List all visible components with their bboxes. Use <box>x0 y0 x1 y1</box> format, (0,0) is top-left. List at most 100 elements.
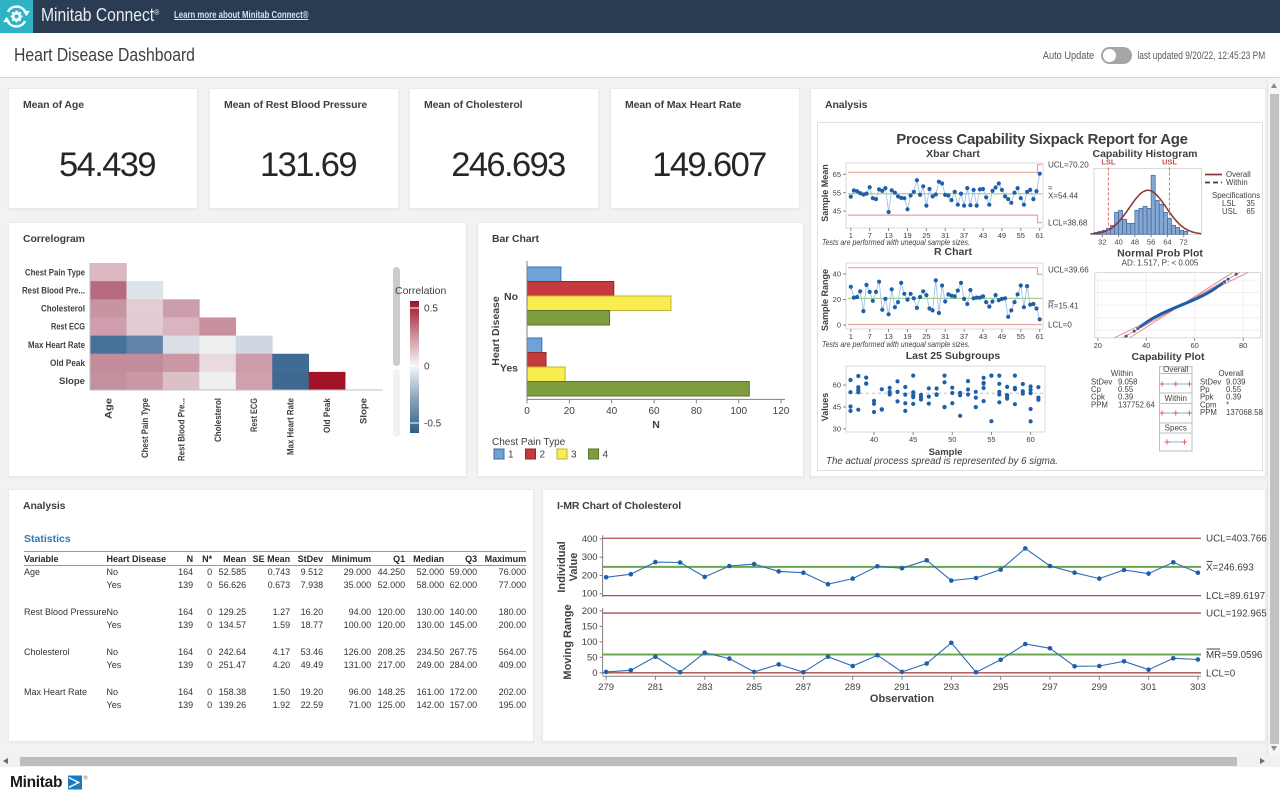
svg-text:Capability Plot: Capability Plot <box>1132 351 1205 363</box>
svg-text:80: 80 <box>691 406 703 417</box>
svg-text:49: 49 <box>998 231 1006 240</box>
svg-text:49: 49 <box>998 332 1006 341</box>
svg-text:295: 295 <box>993 682 1009 693</box>
svg-text:Max Heart Rate: Max Heart Rate <box>286 398 296 455</box>
svg-text:UCL=403.766: UCL=403.766 <box>1206 534 1267 545</box>
svg-text:0: 0 <box>837 321 841 330</box>
svg-text:283: 283 <box>697 682 713 693</box>
svg-text:20: 20 <box>833 295 841 304</box>
svg-text:60: 60 <box>1026 435 1034 444</box>
svg-text:40: 40 <box>833 270 841 279</box>
svg-text:-0.5: -0.5 <box>424 419 442 430</box>
svg-text:20: 20 <box>564 406 576 417</box>
svg-text:Chest Pain Type: Chest Pain Type <box>25 267 85 277</box>
svg-text:Rest Blood Pre...: Rest Blood Pre... <box>22 285 85 295</box>
svg-text:N: N <box>652 419 660 431</box>
svg-text:137752.64: 137752.64 <box>1118 400 1156 409</box>
svg-text:®: ® <box>84 775 88 782</box>
svg-text:45: 45 <box>909 435 917 444</box>
svg-text:100: 100 <box>582 637 598 648</box>
svg-text:56: 56 <box>1147 237 1155 246</box>
svg-text:3: 3 <box>571 450 577 461</box>
svg-text:Observation: Observation <box>870 693 934 705</box>
svg-text:Sample Mean: Sample Mean <box>820 164 830 222</box>
svg-text:Xbar Chart: Xbar Chart <box>926 148 980 160</box>
svg-text:Correlation: Correlation <box>395 285 447 297</box>
svg-text:Overall: Overall <box>1163 365 1189 374</box>
svg-text:Specs: Specs <box>1165 424 1187 433</box>
svg-text:45: 45 <box>833 403 841 412</box>
svg-text:LCL=0: LCL=0 <box>1206 668 1236 679</box>
svg-text:2: 2 <box>540 450 546 461</box>
svg-text:R Chart: R Chart <box>934 246 972 258</box>
svg-text:X=246.693: X=246.693 <box>1206 562 1254 573</box>
svg-text:LSL: LSL <box>1101 158 1116 167</box>
svg-text:Within: Within <box>1226 178 1248 187</box>
svg-text:40: 40 <box>1142 341 1150 350</box>
svg-text:0.5: 0.5 <box>424 304 438 315</box>
svg-text:AD: 1.517, P: < 0.005: AD: 1.517, P: < 0.005 <box>1122 259 1199 268</box>
svg-text:Chest Pain Type: Chest Pain Type <box>492 437 566 448</box>
svg-text:Value: Value <box>568 553 580 582</box>
svg-text:PPM: PPM <box>1091 400 1108 409</box>
svg-text:293: 293 <box>943 682 959 693</box>
svg-text:UCL=39.66: UCL=39.66 <box>1048 266 1089 275</box>
svg-text:X=54.44: X=54.44 <box>1048 192 1079 201</box>
svg-text:45: 45 <box>833 207 841 216</box>
svg-text:LCL=0: LCL=0 <box>1048 321 1072 330</box>
svg-text:279: 279 <box>598 682 614 693</box>
svg-text:65: 65 <box>1246 207 1255 216</box>
svg-text:Old Peak: Old Peak <box>322 397 332 433</box>
svg-text:Max Heart Rate: Max Heart Rate <box>28 340 85 350</box>
svg-text:55: 55 <box>833 188 841 197</box>
svg-text:Process Capability Sixpack Rep: Process Capability Sixpack Report for Ag… <box>896 131 1187 148</box>
svg-text:32: 32 <box>1098 237 1106 246</box>
svg-text:285: 285 <box>746 682 762 693</box>
svg-text:MR=59.0596: MR=59.0596 <box>1206 650 1263 661</box>
svg-text:Heart Disease: Heart Disease <box>490 296 502 366</box>
svg-text:Values: Values <box>820 393 830 422</box>
svg-text:LCL=89.6197: LCL=89.6197 <box>1206 591 1265 602</box>
svg-text:50: 50 <box>948 435 956 444</box>
svg-text:281: 281 <box>647 682 663 693</box>
svg-text:Old Peak: Old Peak <box>50 358 86 368</box>
svg-text:100: 100 <box>582 589 598 600</box>
svg-text:UCL=192.965: UCL=192.965 <box>1206 609 1267 620</box>
svg-text:20: 20 <box>1094 341 1102 350</box>
svg-text:60: 60 <box>648 406 660 417</box>
svg-text:USL: USL <box>1162 158 1177 167</box>
svg-text:301: 301 <box>1141 682 1157 693</box>
svg-text:137068.58: 137068.58 <box>1226 408 1263 417</box>
svg-text:43: 43 <box>979 332 987 341</box>
svg-text:No: No <box>504 291 518 303</box>
svg-text:Slope: Slope <box>359 398 369 424</box>
svg-text:0: 0 <box>424 362 430 373</box>
svg-text:72: 72 <box>1180 237 1188 246</box>
svg-text:Slope: Slope <box>59 376 85 386</box>
svg-text:1: 1 <box>508 450 514 461</box>
svg-text:Within: Within <box>1165 394 1187 403</box>
svg-text:64: 64 <box>1163 237 1171 246</box>
svg-text:48: 48 <box>1131 237 1139 246</box>
svg-text:0: 0 <box>524 406 530 417</box>
svg-text:Tests are performed with unequ: Tests are performed with unequal sample … <box>822 340 970 349</box>
svg-text:300: 300 <box>582 552 598 563</box>
svg-text:299: 299 <box>1091 682 1107 693</box>
svg-text:Moving Range: Moving Range <box>562 604 574 679</box>
svg-text:LCL=38.68: LCL=38.68 <box>1048 219 1088 228</box>
svg-text:60: 60 <box>833 381 841 390</box>
svg-text:UCL=70.20: UCL=70.20 <box>1048 161 1089 170</box>
svg-text:Sample Range: Sample Range <box>820 269 830 331</box>
svg-text:Rest ECG: Rest ECG <box>249 398 259 432</box>
svg-text:100: 100 <box>730 406 747 417</box>
svg-text:287: 287 <box>795 682 811 693</box>
svg-text:150: 150 <box>582 621 598 632</box>
svg-text:80: 80 <box>1239 341 1247 350</box>
svg-text:40: 40 <box>1114 237 1122 246</box>
svg-text:Age: Age <box>103 398 113 419</box>
svg-text:40: 40 <box>606 406 618 417</box>
svg-text:43: 43 <box>979 231 987 240</box>
svg-text:291: 291 <box>894 682 910 693</box>
svg-text:55: 55 <box>987 435 995 444</box>
svg-text:400: 400 <box>582 534 598 545</box>
